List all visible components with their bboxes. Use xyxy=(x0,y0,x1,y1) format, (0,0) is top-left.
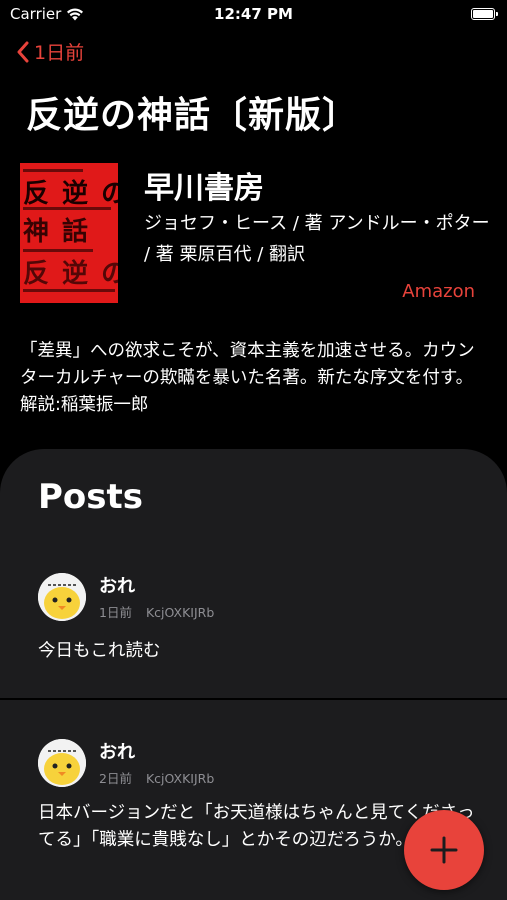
book-description: 「差異」への欲求こそが、資本主義を加速させる。カウンターカルチャーの欺瞞を暴いた… xyxy=(20,341,475,415)
plus-icon xyxy=(430,836,458,864)
add-post-button[interactable] xyxy=(404,810,484,890)
post-time: 1日前 xyxy=(99,605,132,620)
chick-avatar-icon xyxy=(38,573,86,621)
book-cover-image[interactable]: 反 逆 の 神 話 反 逆 の xyxy=(20,163,118,303)
post-author: おれ xyxy=(99,576,135,597)
post-body: 今日もこれ読む xyxy=(38,641,161,661)
avatar[interactable] xyxy=(38,573,86,621)
post-time: 2日前 xyxy=(99,771,132,786)
status-time: 12:47 PM xyxy=(214,5,293,23)
posts-heading: Posts xyxy=(38,477,144,517)
post-user-id: KcjOXKIJRb xyxy=(145,605,215,620)
book-publisher: 早川書房 xyxy=(144,171,264,206)
status-bar: Carrier 12:47 PM xyxy=(0,0,507,30)
back-label: 1日前 xyxy=(34,42,85,64)
book-authors: ジョセフ・ヒース / 著 アンドルー・ポター / 著 栗原百代 / 翻訳 xyxy=(144,213,490,265)
post-meta: 2日前 KcjOXKIJRb xyxy=(99,768,214,787)
post-user-id: KcjOXKIJRb xyxy=(145,771,215,786)
amazon-link[interactable]: Amazon xyxy=(402,281,475,302)
avatar[interactable] xyxy=(38,739,86,787)
post-author: おれ xyxy=(99,742,135,763)
chevron-left-icon xyxy=(17,41,29,62)
post-meta: 1日前 KcjOXKIJRb xyxy=(99,602,214,621)
post-divider xyxy=(0,698,507,700)
chick-avatar-icon xyxy=(38,739,86,787)
book-title: 反逆の神話〔新版〕 xyxy=(26,95,360,136)
back-button[interactable]: 1日前 xyxy=(16,38,84,65)
battery-icon xyxy=(471,8,498,20)
